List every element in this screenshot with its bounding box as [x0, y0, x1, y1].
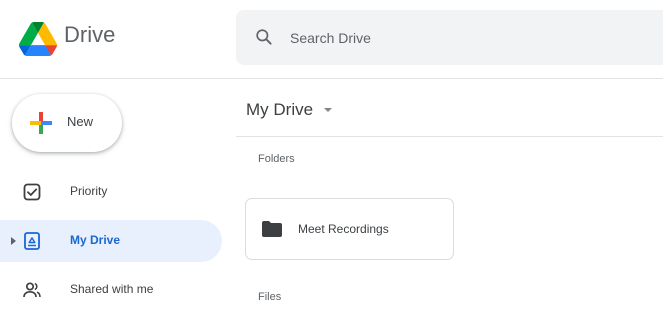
- search-input[interactable]: [288, 26, 632, 50]
- plus-icon: [30, 112, 52, 134]
- folder-name: Meet Recordings: [298, 222, 389, 236]
- shared-people-icon: [23, 282, 41, 298]
- drive-app: Drive New Priority: [0, 0, 663, 305]
- top-header: Drive: [0, 0, 663, 79]
- folder-card[interactable]: Meet Recordings: [245, 198, 454, 260]
- priority-checkbox-icon: [23, 183, 41, 201]
- drive-logo-icon[interactable]: [16, 22, 60, 56]
- folder-icon: [262, 221, 282, 237]
- my-drive-icon: [24, 232, 40, 250]
- sidebar-item-label: My Drive: [70, 233, 121, 247]
- expand-caret-icon[interactable]: [11, 237, 16, 245]
- new-button-label: New: [67, 114, 94, 129]
- main-title-bar: My Drive: [236, 92, 663, 137]
- sidebar-item-priority[interactable]: Priority: [0, 171, 222, 213]
- sidebar-item-label: Priority: [70, 184, 108, 198]
- files-section-label: Files: [258, 291, 282, 303]
- chevron-down-icon[interactable]: [324, 108, 332, 112]
- search-bar[interactable]: [236, 10, 663, 65]
- new-button[interactable]: New: [12, 94, 122, 152]
- app-brand-name: Drive: [64, 22, 116, 47]
- page-title[interactable]: My Drive: [246, 100, 313, 120]
- search-icon[interactable]: [254, 27, 274, 47]
- folders-section-label: Folders: [258, 153, 295, 165]
- sidebar-item-my-drive[interactable]: My Drive: [0, 220, 222, 262]
- sidebar-item-label: Shared with me: [70, 282, 154, 296]
